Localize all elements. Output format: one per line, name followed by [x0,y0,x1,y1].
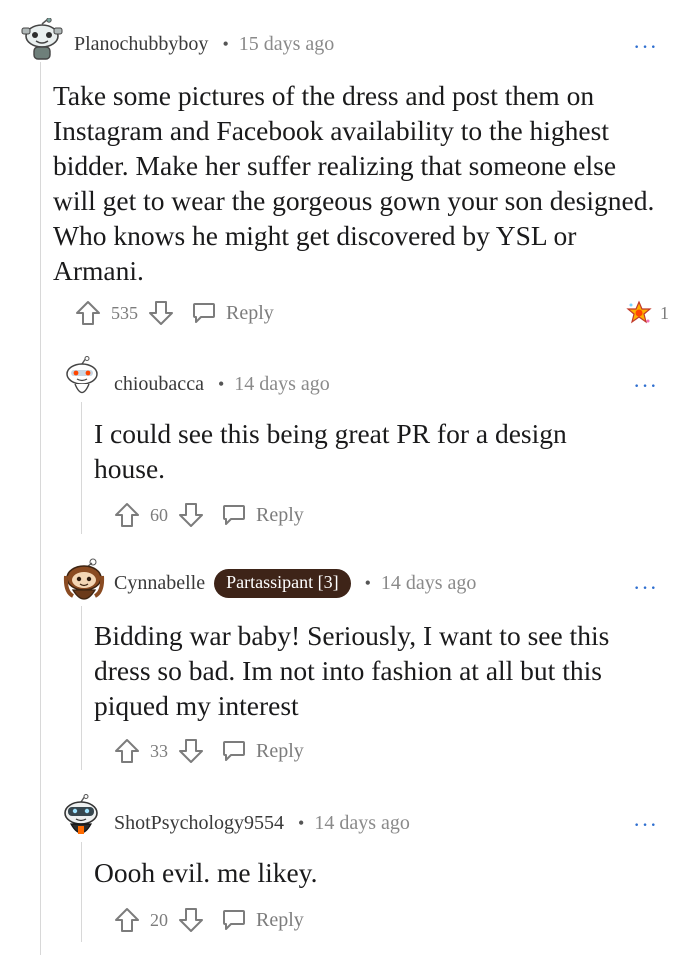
avatar[interactable] [62,356,102,407]
upvote-icon[interactable] [114,502,140,528]
thread-line-reply-3[interactable] [81,842,82,942]
award-icon [626,300,652,324]
reply-button[interactable]: Reply [222,909,304,932]
timestamp[interactable]: 14 days ago [381,572,477,595]
downvote-icon[interactable] [178,907,204,933]
comment-bubble-icon [222,909,246,931]
separator-dot: • [222,34,229,54]
snoo-avatar-icon [66,356,98,394]
vote-count: 33 [150,740,168,761]
comment-actions: 535 Reply [75,300,274,326]
avatar[interactable] [63,558,105,611]
reply-button[interactable]: Reply [222,740,304,763]
reply-label: Reply [256,503,304,526]
reply-label: Reply [226,301,274,324]
reply-button[interactable]: Reply [222,504,304,527]
comment-header: ShotPsychology9554 • 14 days ago [114,812,410,835]
comment-bubble-icon [192,302,216,324]
timestamp[interactable]: 15 days ago [239,33,335,56]
award-count: 1 [660,302,669,323]
reply-label: Reply [256,908,304,931]
comment-header: Planochubbyboy • 15 days ago [74,33,334,56]
username[interactable]: chioubacca [114,373,204,396]
more-options-button[interactable]: ··· [633,373,658,399]
downvote-icon[interactable] [148,300,174,326]
comment-actions: 33 Reply [114,738,304,764]
upvote-icon[interactable] [114,738,140,764]
thread-line-root[interactable] [40,62,41,955]
snoo-avatar-icon [63,558,105,600]
upvote-icon[interactable] [114,907,140,933]
comment-body: Take some pictures of the dress and post… [53,80,655,286]
timestamp[interactable]: 14 days ago [234,373,330,396]
avatar[interactable] [20,17,64,67]
award-badge[interactable]: 1 [626,300,669,326]
downvote-icon[interactable] [178,502,204,528]
comment-header: chioubacca • 14 days ago [114,373,330,396]
snoo-avatar-icon [64,794,98,834]
comment-bubble-icon [222,740,246,762]
comment-bubble-icon [222,504,246,526]
comment-body: Bidding war baby! Seriously, I want to s… [94,620,610,721]
comment-header: Cynnabelle Partassipant [3] • 14 days ag… [114,569,476,598]
reply-label: Reply [256,739,304,762]
comment-body: I could see this being great PR for a de… [94,418,567,484]
user-flair-badge: Partassipant [3] [214,569,351,598]
upvote-icon[interactable] [75,300,101,326]
downvote-icon[interactable] [178,738,204,764]
thread-line-reply-2[interactable] [81,606,82,770]
comment-actions: 60 Reply [114,502,304,528]
thread-line-reply-1[interactable] [81,402,82,534]
snoo-avatar-icon [21,17,63,60]
separator-dot: • [298,813,305,833]
separator-dot: • [364,573,371,593]
more-options-button[interactable]: ··· [633,575,658,601]
avatar[interactable] [60,794,102,847]
reply-button[interactable]: Reply [192,302,274,325]
vote-count: 60 [150,504,168,525]
separator-dot: • [217,374,225,394]
more-options-button[interactable]: ··· [633,34,658,60]
comment-actions: 20 Reply [114,907,304,933]
vote-count: 535 [111,302,138,323]
username[interactable]: Planochubbyboy [74,33,208,56]
vote-count: 20 [150,909,168,930]
username[interactable]: ShotPsychology9554 [114,812,284,835]
more-options-button[interactable]: ··· [633,812,658,838]
timestamp[interactable]: 14 days ago [314,812,410,835]
comment-body: Oooh evil. me likey. [94,857,318,888]
username[interactable]: Cynnabelle [114,572,205,595]
